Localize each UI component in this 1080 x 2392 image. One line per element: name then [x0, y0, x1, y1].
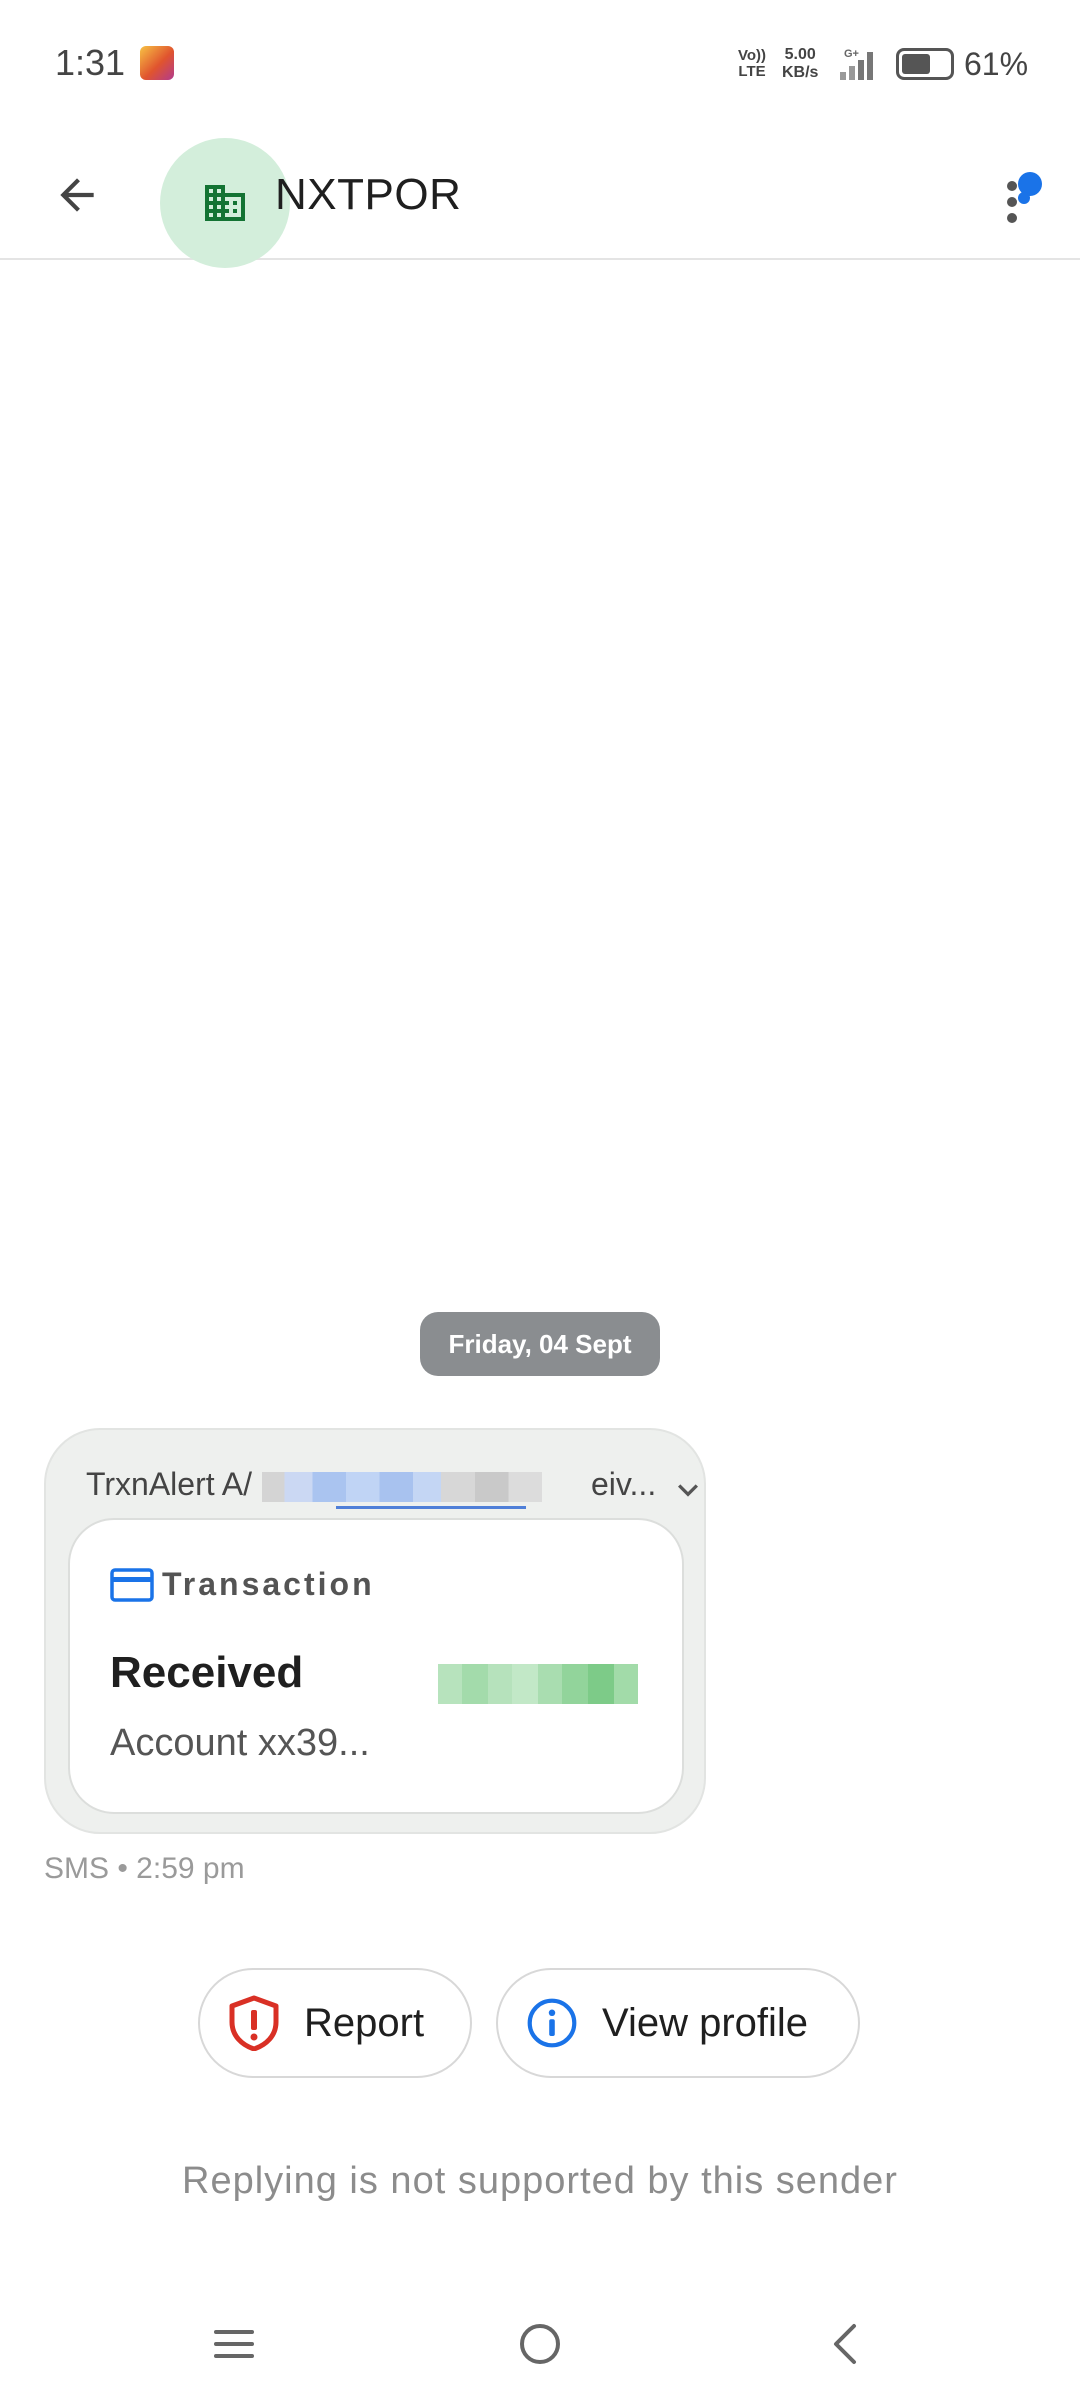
message-timestamp: SMS • 2:59 pm: [44, 1852, 245, 1885]
chevron-down-icon[interactable]: [668, 1470, 708, 1510]
messages-conversation-screen: 1:31 Vo)) LTE 5.00 KB/s G+ 61% NXTPOR Fr…: [0, 0, 1080, 2392]
back-button[interactable]: [40, 158, 114, 232]
transaction-card[interactable]: Transaction Received Account xx39...: [68, 1518, 684, 1814]
redacted-text: [262, 1472, 542, 1502]
back-nav-icon[interactable]: [806, 2304, 886, 2384]
message-preview[interactable]: TrxnAlert A/ eiv...: [86, 1460, 698, 1510]
system-navigation-bar: [0, 2290, 1080, 2392]
overflow-menu-button[interactable]: [990, 154, 1060, 238]
card-subtitle: Account xx39...: [110, 1722, 370, 1764]
sender-name[interactable]: NXTPOR: [275, 158, 461, 232]
credit-card-icon: [110, 1568, 154, 1602]
battery-icon: [896, 48, 954, 80]
more-vert-icon: [1007, 172, 1042, 223]
network-speed-unit: KB/s: [782, 64, 819, 81]
conversation-app-bar: NXTPOR: [0, 130, 1080, 268]
report-button[interactable]: Report: [198, 1968, 472, 2078]
network-speed: 5.00 KB/s: [782, 46, 818, 82]
signal-strength-icon: G+: [840, 48, 873, 80]
card-title: Received: [110, 1648, 304, 1697]
message-preview-prefix: TrxnAlert A/: [86, 1466, 252, 1502]
sender-avatar[interactable]: [160, 138, 290, 268]
notification-app-icon: [140, 46, 174, 80]
recent-apps-icon[interactable]: [194, 2304, 274, 2384]
date-separator: Friday, 04 Sept: [420, 1312, 660, 1376]
redacted-amount: [438, 1664, 638, 1704]
report-label: Report: [304, 2000, 425, 2045]
message-bubble[interactable]: TrxnAlert A/ eiv... Transaction Received…: [44, 1428, 706, 1834]
battery-percent: 61%: [964, 46, 1029, 82]
view-profile-label: View profile: [602, 2000, 809, 2045]
info-icon: [527, 1998, 577, 2048]
home-icon[interactable]: [500, 2304, 580, 2384]
shield-alert-icon: [229, 1995, 279, 2051]
view-profile-button[interactable]: View profile: [496, 1968, 860, 2078]
network-type-label: G+: [844, 48, 859, 60]
arrow-left-icon: [60, 178, 94, 212]
building-icon: [205, 185, 245, 221]
battery-fill: [902, 54, 931, 74]
reply-not-supported-note: Replying is not supported by this sender: [182, 2160, 898, 2202]
card-category: Transaction: [162, 1566, 375, 1602]
status-time: 1:31: [55, 42, 126, 83]
lte-label: LTE: [738, 63, 766, 80]
message-link[interactable]: [336, 1506, 526, 1509]
volte-indicator: Vo)) LTE: [738, 48, 766, 80]
status-bar: 1:31 Vo)) LTE 5.00 KB/s G+ 61%: [0, 0, 1080, 130]
message-preview-suffix: eiv...: [591, 1466, 657, 1502]
network-speed-value: 5.00: [784, 46, 816, 63]
volte-label: Vo)): [738, 47, 767, 64]
